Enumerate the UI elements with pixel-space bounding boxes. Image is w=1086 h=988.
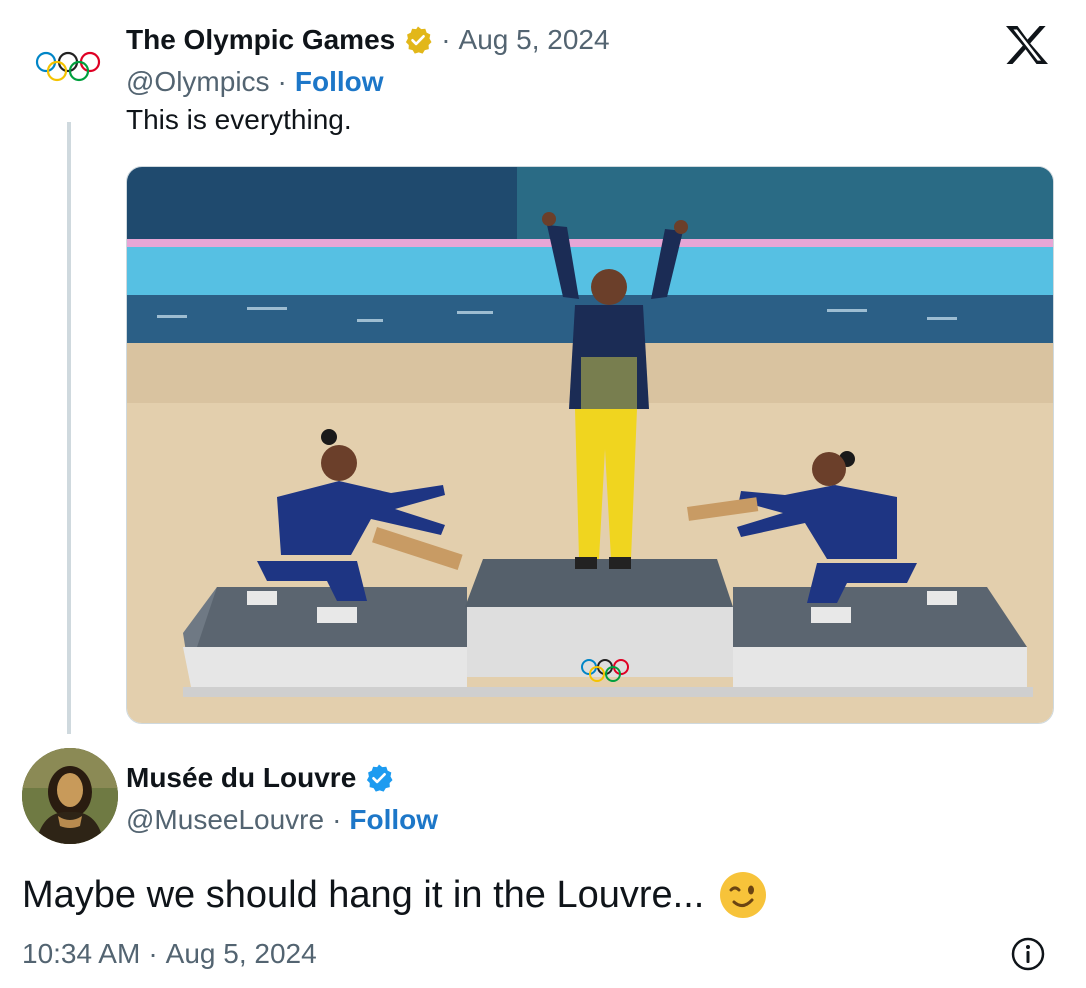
post-timestamp-line: 10:34 AM · Aug 5, 2024 — [22, 936, 317, 972]
olympic-rings-icon — [35, 51, 101, 82]
info-button[interactable] — [1010, 936, 1046, 972]
follow-button[interactable]: Follow — [349, 804, 438, 836]
separator-dot: · — [277, 66, 287, 97]
follow-button[interactable]: Follow — [295, 66, 384, 98]
olympics-handle-line: @Olympics · Follow — [126, 64, 384, 100]
author-name[interactable]: Musée du Louvre — [126, 762, 356, 794]
louvre-header-line: Musée du Louvre — [126, 760, 394, 796]
olympics-avatar[interactable] — [30, 40, 110, 96]
winking-face-emoji: 😉 — [718, 870, 768, 920]
info-icon — [1011, 937, 1045, 971]
louvre-handle-line: @MuseeLouvre · Follow — [126, 802, 438, 838]
author-name[interactable]: The Olympic Games — [126, 24, 395, 56]
verified-gold-badge-icon — [403, 25, 433, 55]
post-date[interactable]: Aug 5, 2024 — [459, 24, 610, 56]
olympics-header-line: The Olympic Games · Aug 5, 2024 — [126, 22, 610, 58]
x-logo-icon — [1006, 26, 1048, 64]
post-time[interactable]: 10:34 AM — [22, 938, 140, 970]
reply-text-line: Maybe we should hang it in the Louvre...… — [22, 868, 768, 922]
post-date[interactable]: Aug 5, 2024 — [166, 938, 317, 970]
author-handle[interactable]: @Olympics — [126, 66, 270, 98]
separator-dot: · — [332, 804, 342, 835]
author-handle[interactable]: @MuseeLouvre — [126, 804, 324, 836]
tweet-photo[interactable] — [126, 166, 1054, 724]
x-logo[interactable] — [1004, 24, 1050, 66]
tweet-text: This is everything. — [126, 104, 352, 135]
separator-dot: · — [148, 938, 158, 969]
podium-photo — [127, 167, 1053, 723]
louvre-avatar[interactable] — [22, 748, 118, 844]
separator-dot: · — [441, 24, 451, 55]
thread-connector-line — [67, 122, 71, 734]
mona-lisa-avatar — [22, 748, 118, 844]
reply-text: Maybe we should hang it in the Louvre... — [22, 873, 705, 916]
verified-blue-badge-icon — [364, 763, 394, 793]
